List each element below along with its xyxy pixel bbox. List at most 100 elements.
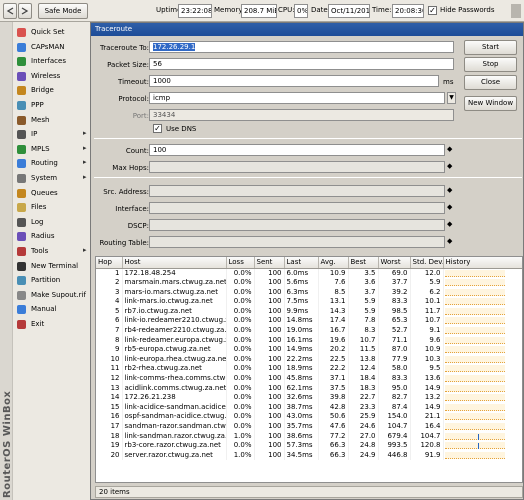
packet-size-input[interactable]: 56 <box>149 58 454 70</box>
dscp-input[interactable] <box>149 219 445 231</box>
sidebar-item-exit[interactable]: Exit <box>15 317 92 331</box>
new-window-button[interactable]: New Window <box>464 96 517 111</box>
cell-stddev: 120.8 <box>410 441 444 451</box>
use-dns-checkbox[interactable]: ✓ <box>153 124 162 133</box>
window-title[interactable]: Traceroute <box>91 23 523 36</box>
sidebar-item-quick-set[interactable]: Quick Set <box>15 25 92 39</box>
cell-last: 18.9ms <box>284 364 319 375</box>
col-avg[interactable]: Avg. <box>318 257 349 269</box>
src-address-input[interactable] <box>149 185 445 197</box>
table-row[interactable]: 16ospf-sandman-acidice.ctwug.za.net0.0%1… <box>96 412 522 422</box>
dscp-expand-icon[interactable]: ◆ <box>447 220 452 228</box>
col-last[interactable]: Last <box>284 257 319 269</box>
col-best[interactable]: Best <box>348 257 379 269</box>
interface-select[interactable] <box>149 202 445 214</box>
cell-stddev: 21.1 <box>410 412 444 422</box>
routing-table-select[interactable] <box>149 236 445 248</box>
traceroute-to-input[interactable]: 172.26.29.1 <box>149 41 454 53</box>
table-row[interactable]: 3 mars-io.mars.ctwug.za.net 0.0% 100 6.3ms 8.… <box>96 287 522 298</box>
src-address-expand-icon[interactable]: ◆ <box>447 186 452 194</box>
table-row[interactable]: 8link-redeamer.europa.ctwug.za.net0.0%10… <box>96 335 522 346</box>
protocol-select[interactable]: icmp <box>149 92 445 104</box>
table-row[interactable]: 12link-comms-rhea.comms.ctwug.za.net0.0%… <box>96 374 522 384</box>
table-row[interactable]: 15link-acidice-sandman.acidice.ctwug.za.… <box>96 402 522 413</box>
count-input[interactable]: 100 <box>149 144 445 156</box>
col-history[interactable]: History <box>443 257 522 269</box>
date-value: Oct/11/2018 <box>328 4 370 18</box>
table-row[interactable]: 10 link-europa.rhea.ctwug.za.net 0.0% 100 22… <box>96 354 522 365</box>
col-loss[interactable]: Loss <box>226 257 255 269</box>
cell-avg: 10.9 <box>318 268 349 279</box>
stop-button[interactable]: Stop <box>464 57 517 72</box>
sidebar-item-ip[interactable]: IP ▸ <box>15 127 92 141</box>
cell-last: 62.1ms <box>284 383 319 394</box>
redo-arrow-icon <box>21 7 29 15</box>
brand-label: RouterOS WinBox <box>2 390 13 498</box>
sidebar-item-system[interactable]: System ▸ <box>15 171 92 185</box>
cell-avg: 22.2 <box>318 364 349 375</box>
col-stddev[interactable]: Std. Dev. <box>410 257 444 269</box>
table-row[interactable]: 18link-sandman.razor.ctwug.za.net1.0%100… <box>96 431 522 442</box>
table-row[interactable]: 13 acidlink.comms.ctwug.za.net 0.0% 100 62.1… <box>96 383 522 394</box>
sidebar-item-manual[interactable]: Manual <box>15 302 92 316</box>
sidebar-item-label: Make Supout.rif <box>31 290 86 299</box>
cell-history <box>443 422 522 432</box>
safe-mode-button[interactable]: Safe Mode <box>38 3 88 19</box>
table-row[interactable]: 1 172.18.48.254 0.0% 100 6.0ms 10.9 3.5 69.0 12.… <box>96 268 522 279</box>
table-row[interactable]: 9 rb5-europa.ctwug.za.net 0.0% 100 14.9ms 20.… <box>96 345 522 355</box>
table-row[interactable]: 14 172.26.21.238 0.0% 100 32.6ms 39.8 22.7 82.7… <box>96 393 522 403</box>
max-hops-input[interactable] <box>149 161 445 173</box>
history-bar <box>444 394 505 402</box>
sidebar-item-new-terminal[interactable]: New Terminal <box>15 259 92 273</box>
cell-avg: 37.5 <box>318 383 349 394</box>
table-row[interactable]: 2 marsmain.mars.ctwug.za.net 0.0% 100 5.6ms 7… <box>96 278 522 288</box>
cell-hop: 4 <box>96 297 123 307</box>
protocol-dropdown-icon[interactable]: ▼ <box>447 92 456 104</box>
table-row[interactable]: 4 link-mars.io.ctwug.za.net 0.0% 100 7.5ms 13… <box>96 297 522 307</box>
cell-hop: 10 <box>96 354 123 365</box>
history-spike <box>477 433 479 440</box>
cell-avg: 77.2 <box>318 431 349 442</box>
table-row[interactable]: 17sandman-razor.sandman.ctwug.za.net0.0%… <box>96 422 522 432</box>
table-row[interactable]: 19 rb3-core.razor.ctwug.za.net 0.0% 100 57.3… <box>96 441 522 451</box>
traceroute-to-value: 172.26.29.1 <box>153 43 196 51</box>
cell-best: 23.3 <box>348 402 379 413</box>
start-button[interactable]: Start <box>464 40 517 55</box>
cell-host: rb2-rhea.ctwug.za.net <box>122 364 227 375</box>
col-host[interactable]: Host <box>122 257 227 269</box>
cell-loss: 0.0% <box>226 335 255 346</box>
table-header: Hop Host Loss Sent Last Avg. Best Worst … <box>96 257 522 269</box>
hide-passwords-checkbox[interactable]: ✓ <box>428 6 437 15</box>
cell-stddev: 10.7 <box>410 316 444 327</box>
cpu-label: CPU: <box>278 6 295 14</box>
col-worst[interactable]: Worst <box>378 257 411 269</box>
table-row[interactable]: 5 rb7.io.ctwug.za.net 0.0% 100 9.9ms 14.3 5.9 9… <box>96 306 522 317</box>
routing-table-expand-icon[interactable]: ◆ <box>447 237 452 245</box>
history-bar <box>444 423 505 430</box>
mesh-icon <box>17 115 26 125</box>
count-expand-icon[interactable]: ◆ <box>447 145 452 153</box>
col-hop[interactable]: Hop <box>96 257 123 269</box>
interface-expand-icon[interactable]: ◆ <box>447 203 452 211</box>
results-table: Hop Host Loss Sent Last Avg. Best Worst … <box>95 256 523 483</box>
cell-worst: 37.7 <box>378 278 411 288</box>
timeout-input[interactable]: 1000 <box>149 75 439 87</box>
max-hops-expand-icon[interactable]: ◆ <box>447 162 452 170</box>
cell-hop: 12 <box>96 374 123 384</box>
table-row[interactable]: 20 server.razor.ctwug.za.net 1.0% 100 34.5ms… <box>96 450 522 461</box>
table-row[interactable]: 11 rb2-rhea.ctwug.za.net 0.0% 100 18.9ms 22.2… <box>96 364 522 375</box>
memory-value: 208.7 MiB <box>241 4 277 18</box>
sidebar-item-make-supout-rif[interactable]: Make Supout.rif <box>15 288 92 302</box>
col-sent[interactable]: Sent <box>254 257 285 269</box>
close-button[interactable]: Close <box>464 75 517 90</box>
cell-hop: 19 <box>96 441 123 451</box>
redo-button[interactable] <box>18 3 32 19</box>
undo-button[interactable] <box>3 3 17 19</box>
cell-best: 3.6 <box>348 278 379 288</box>
cell-sent: 100 <box>254 431 285 442</box>
table-row[interactable]: 6link-io.redeamer2210.ctwug.za.net0.0%10… <box>96 316 522 327</box>
history-bar <box>444 432 505 440</box>
table-row[interactable]: 7rb4-redeamer2210.ctwug.za.net0.0%10019.… <box>96 326 522 336</box>
manual-icon <box>17 305 26 315</box>
sidebar-item-partition[interactable]: Partition <box>15 273 92 287</box>
